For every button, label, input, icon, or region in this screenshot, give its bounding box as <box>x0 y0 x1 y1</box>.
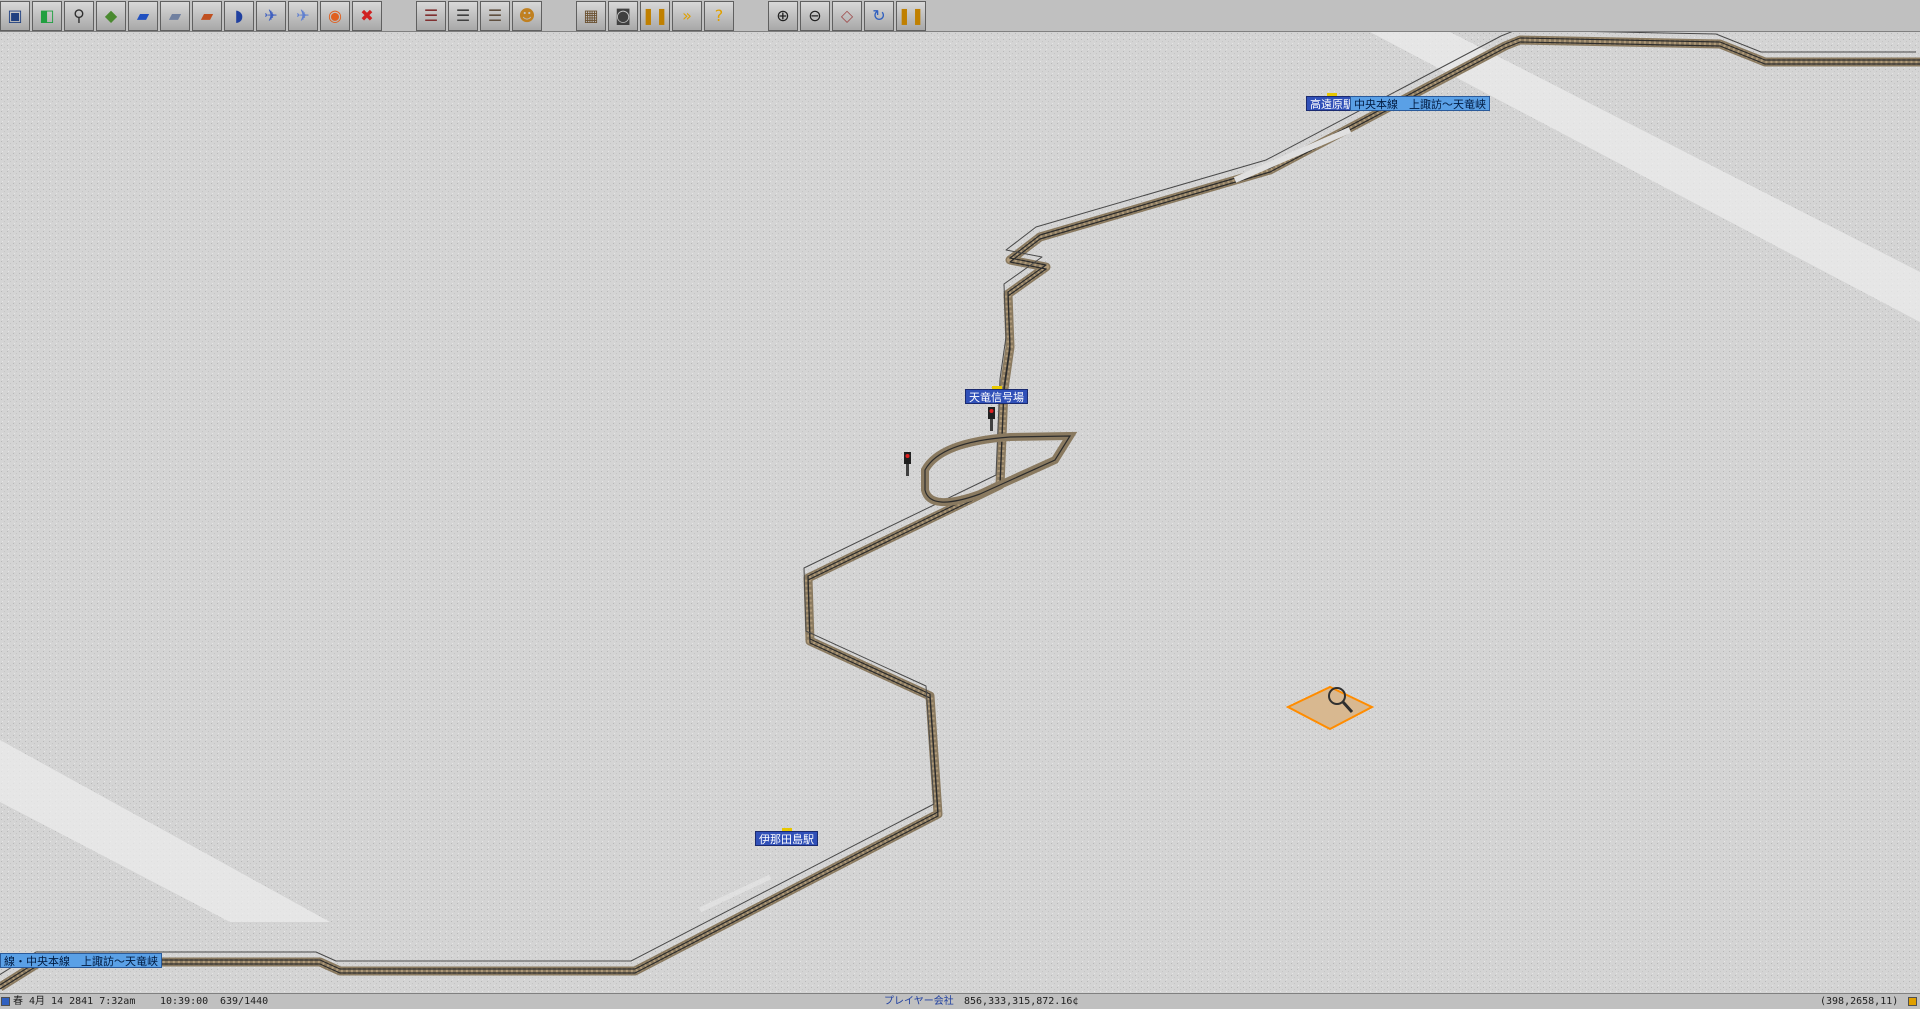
pause-button[interactable]: ❚❚ <box>640 1 670 31</box>
season-icon <box>1 997 10 1006</box>
save-button[interactable]: ▣ <box>0 1 30 31</box>
pause-game-button[interactable]: ❚❚ <box>896 1 926 31</box>
status-company: プレイヤー会社 <box>884 996 954 1007</box>
special-tools-icon: ◉ <box>328 6 342 25</box>
pause-icon: ❚❚ <box>641 6 669 25</box>
station-label-bottom[interactable]: 伊那田島駅 <box>755 828 818 846</box>
terrain-icon: ◆ <box>104 6 118 25</box>
magnifier-button[interactable]: ⚲ <box>64 1 94 31</box>
map-icon: ▦ <box>583 6 599 25</box>
road-tools-icon: ▰ <box>200 6 214 25</box>
zoom-in-icon: ⊕ <box>776 6 790 25</box>
status-time: 10:39:00 <box>160 996 209 1007</box>
status-coords: (398,2658,11) <box>1820 996 1899 1007</box>
screenshot-button[interactable]: ◙ <box>608 1 638 31</box>
toolbar: ▣ ◧ ⚲ ◆ ▰ ▰ ▰ ◗ ✈ ✈ ◉ ✖ ☰ ☰ ☰ ☻ ▦ ◙ ❚❚ »? ⊕ ⊖ ◇ ↻ ❚❚ <box>0 0 1920 32</box>
airport-tools-icon: ✈ <box>264 6 278 25</box>
pause-game-icon: ❚❚ <box>897 6 925 25</box>
air-tools-icon: ✈ <box>296 6 310 25</box>
status-bar: 春 4月 14 2841 7:32am 10:39:00 639/1440 プレ… <box>0 993 1920 1009</box>
screenshot-icon: ◙ <box>615 6 631 25</box>
rail-tools-icon: ▰ <box>136 6 150 25</box>
rotate-icon: ↻ <box>872 6 886 25</box>
finance-button[interactable]: ☰ <box>480 1 510 31</box>
list-button[interactable]: ☰ <box>448 1 478 31</box>
zoom-out-button[interactable]: ⊖ <box>800 1 830 31</box>
grid-icon: ◇ <box>840 6 854 25</box>
game-map[interactable]: 高遠原駅 中央本線 上諏訪～天竜峡 天竜信号場 伊那田島駅 線・中央本線 上諏訪… <box>0 32 1920 993</box>
lines-icon: ☰ <box>423 6 439 25</box>
ship-tools-button[interactable]: ◗ <box>224 1 254 31</box>
status-indicator-icon <box>1908 997 1917 1006</box>
terrain-button[interactable]: ◆ <box>96 1 126 31</box>
zoom-out-icon: ⊖ <box>808 6 822 25</box>
road-tools-button[interactable]: ▰ <box>192 1 222 31</box>
fast-forward-button[interactable]: » <box>672 1 702 31</box>
signal-station-label[interactable]: 天竜信号場 <box>965 386 1028 404</box>
map-button[interactable]: ▦ <box>576 1 606 31</box>
rotate-button[interactable]: ↻ <box>864 1 894 31</box>
airport-tools-button[interactable]: ✈ <box>256 1 286 31</box>
line-label-bottom[interactable]: 線・中央本線 上諏訪～天竜峡 <box>0 953 162 968</box>
ship-tools-icon: ◗ <box>234 6 244 25</box>
status-money: 856,333,315,872.16¢ <box>964 996 1079 1007</box>
air-tools-button[interactable]: ✈ <box>288 1 318 31</box>
magnifier-icon: ⚲ <box>73 6 85 25</box>
new-game-button[interactable]: ◧ <box>32 1 62 31</box>
remove-button[interactable]: ✖ <box>352 1 382 31</box>
line-label-top[interactable]: 中央本線 上諏訪～天竜峡 <box>1350 96 1490 111</box>
list-icon: ☰ <box>455 6 471 25</box>
monorail-tools-button[interactable]: ▰ <box>160 1 190 31</box>
grid-button[interactable]: ◇ <box>832 1 862 31</box>
help-icon: ? <box>714 6 724 25</box>
lines-button[interactable]: ☰ <box>416 1 446 31</box>
map-terrain <box>0 32 1920 993</box>
fast-forward-icon: » <box>682 6 692 25</box>
new-game-icon: ◧ <box>39 6 55 25</box>
zoom-in-button[interactable]: ⊕ <box>768 1 798 31</box>
snow-ground <box>0 32 1920 993</box>
help-button[interactable]: ? <box>704 1 734 31</box>
special-tools-button[interactable]: ◉ <box>320 1 350 31</box>
player-icon: ☻ <box>518 6 536 25</box>
status-speed: 639/1440 <box>220 996 269 1007</box>
player-button[interactable]: ☻ <box>512 1 542 31</box>
monorail-tools-icon: ▰ <box>168 6 182 25</box>
rail-tools-button[interactable]: ▰ <box>128 1 158 31</box>
status-date: 春 4月 14 2841 7:32am <box>13 996 136 1007</box>
remove-icon: ✖ <box>360 6 374 25</box>
finance-icon: ☰ <box>487 6 503 25</box>
save-icon: ▣ <box>7 6 23 25</box>
